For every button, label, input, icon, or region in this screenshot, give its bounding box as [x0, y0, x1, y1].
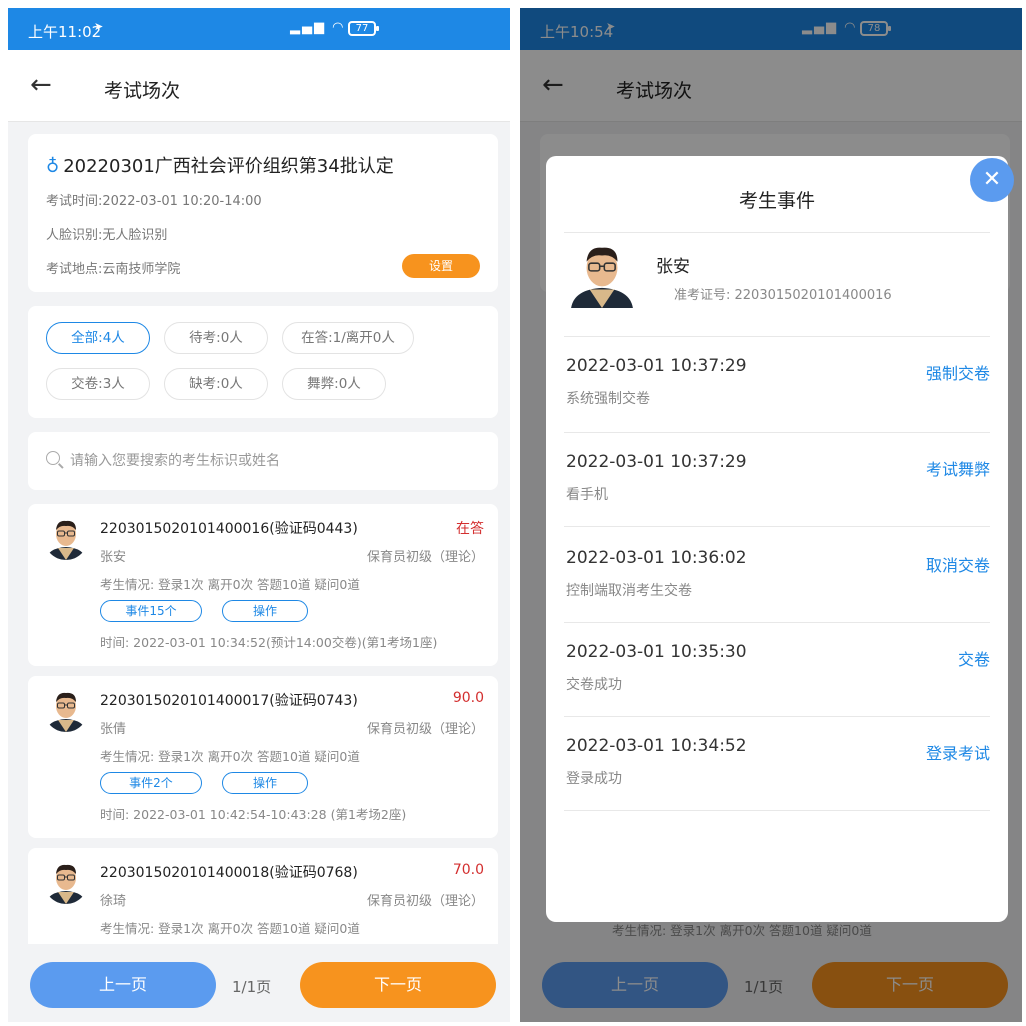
divider: [564, 232, 990, 233]
location-icon: ➤: [94, 20, 104, 33]
events-button[interactable]: 事件2个: [100, 772, 202, 794]
left-phone-screen: 上午11:02 ➤ ▂▄▆ ◠ 77 ← 考试场次 ♁ 20220301广西社会评…: [8, 8, 510, 1022]
operate-button[interactable]: 操作: [222, 772, 308, 794]
student-score: 70.0: [452, 862, 484, 878]
student-row[interactable]: 2203015020101400017(验证码0743) 90.0 张倩 保育员…: [28, 676, 498, 838]
divider: [564, 336, 990, 337]
pager-bar: 上一页 1/1页 下一页: [8, 948, 510, 1022]
exam-info-card: ♁ 20220301广西社会评价组织第34批认定 考试时间:2022-03-01 …: [28, 134, 498, 292]
prev-page-button[interactable]: 上一页: [30, 962, 216, 1008]
event-time: 2022-03-01 10:34:52: [566, 736, 747, 756]
search-icon: [46, 451, 60, 465]
student-level: 保育员初级（理论）: [366, 722, 484, 737]
avatar: [44, 516, 88, 560]
settings-button[interactable]: 设置: [402, 254, 480, 278]
next-page-button[interactable]: 下一页: [300, 962, 496, 1008]
right-phone-screen: 上午10:54 ➤ ▂▄▆ ◠ 78 ← 考试场次 考生情况: 登录1次 离开0…: [520, 8, 1022, 1022]
event-desc: 看手机: [566, 487, 608, 503]
student-row[interactable]: 2203015020101400016(验证码0443) 在答 张安 保育员初级…: [28, 504, 498, 666]
event-time: 2022-03-01 10:37:29: [566, 356, 747, 376]
app-bar: ← 考试场次: [8, 50, 510, 122]
student-list: 2203015020101400016(验证码0443) 在答 张安 保育员初级…: [28, 504, 498, 944]
search-card: [28, 432, 498, 490]
event-desc: 系统强制交卷: [566, 391, 650, 407]
event-tag: 取消交卷: [925, 556, 990, 575]
student-score: 90.0: [452, 690, 484, 706]
student-status: 在答: [456, 521, 484, 537]
event-time: 2022-03-01 10:37:29: [566, 452, 747, 472]
battery-icon: 77: [348, 21, 379, 36]
student-stats: 考生情况: 登录1次 离开0次 答题10道 疑问0道: [100, 749, 360, 764]
close-icon[interactable]: ✕: [970, 158, 1014, 202]
events-button[interactable]: 事件15个: [100, 600, 202, 622]
avatar: [44, 688, 88, 732]
event-tag: 交卷: [957, 650, 990, 669]
exam-name: ♁ 20220301广西社会评价组织第34批认定: [46, 152, 394, 178]
event-tag: 强制交卷: [925, 364, 990, 383]
dialog-title: 考生事件: [738, 190, 815, 212]
back-arrow-icon[interactable]: ←: [30, 70, 52, 100]
page-indicator: 1/1页: [232, 978, 272, 996]
filter-absent[interactable]: 缺考:0人: [164, 368, 268, 400]
student-row[interactable]: 2203015020101400018(验证码0768) 70.0 徐琦 保育员…: [28, 848, 498, 944]
divider: [564, 716, 990, 717]
avatar: [44, 860, 88, 904]
student-id: 2203015020101400016(验证码0443): [100, 521, 358, 537]
operate-button[interactable]: 操作: [222, 600, 308, 622]
student-time: 时间: 2022-03-01 10:34:52(预计14:00交卷)(第1考场1…: [100, 635, 438, 650]
exam-time: 考试时间:2022-03-01 10:20-14:00: [46, 194, 262, 209]
face-recognition: 人脸识别:无人脸识别: [46, 228, 168, 243]
admission-number: 准考证号: 2203015020101400016: [674, 288, 892, 303]
exam-location: 考试地点:云南技师学院: [46, 262, 181, 277]
divider: [564, 622, 990, 623]
page-title: 考试场次: [104, 80, 181, 102]
search-input[interactable]: [70, 446, 470, 476]
filter-cheating[interactable]: 舞弊:0人: [282, 368, 386, 400]
filter-card: 全部:4人 待考:0人 在答:1/离开0人 交卷:3人 缺考:0人 舞弊:0人: [28, 306, 498, 418]
status-time: 上午11:02: [28, 23, 102, 41]
event-desc: 交卷成功: [566, 677, 622, 693]
student-stats: 考生情况: 登录1次 离开0次 答题10道 疑问0道: [100, 577, 360, 592]
student-time: 时间: 2022-03-01 10:42:54-10:43:28 (第1考场2座…: [100, 807, 407, 822]
divider: [564, 810, 990, 811]
event-time: 2022-03-01 10:35:30: [566, 642, 747, 662]
filter-all[interactable]: 全部:4人: [46, 322, 150, 354]
student-level: 保育员初级（理论）: [366, 550, 484, 565]
student-level: 保育员初级（理论）: [366, 894, 484, 909]
exam-name-text: 20220301广西社会评价组织第34批认定: [63, 156, 394, 177]
student-stats: 考生情况: 登录1次 离开0次 答题10道 疑问0道: [100, 921, 360, 936]
event-tag: 登录考试: [925, 744, 990, 763]
signal-icon: ▂▄▆ ◠: [290, 20, 346, 35]
student-id: 2203015020101400018(验证码0768): [100, 865, 358, 881]
status-bar: 上午11:02 ➤ ▂▄▆ ◠ 77: [8, 8, 510, 50]
filter-answering[interactable]: 在答:1/离开0人: [282, 322, 414, 354]
avatar: [568, 238, 636, 310]
student-name: 张倩: [100, 722, 127, 737]
divider: [564, 432, 990, 433]
event-desc: 控制端取消考生交卷: [566, 583, 692, 599]
event-tag: 考试舞弊: [925, 460, 990, 479]
medal-icon: ♁: [46, 156, 60, 177]
filter-waiting[interactable]: 待考:0人: [164, 322, 268, 354]
event-time: 2022-03-01 10:36:02: [566, 548, 747, 568]
student-name: 张安: [100, 550, 127, 565]
filter-submitted[interactable]: 交卷:3人: [46, 368, 150, 400]
student-name: 张安: [656, 257, 690, 277]
divider: [564, 526, 990, 527]
student-id: 2203015020101400017(验证码0743): [100, 693, 358, 709]
student-name: 徐琦: [100, 894, 127, 909]
student-events-dialog: 考生事件 张安 准考证号: 2203015020101400016 2022-0…: [546, 156, 1008, 922]
event-desc: 登录成功: [566, 771, 622, 787]
